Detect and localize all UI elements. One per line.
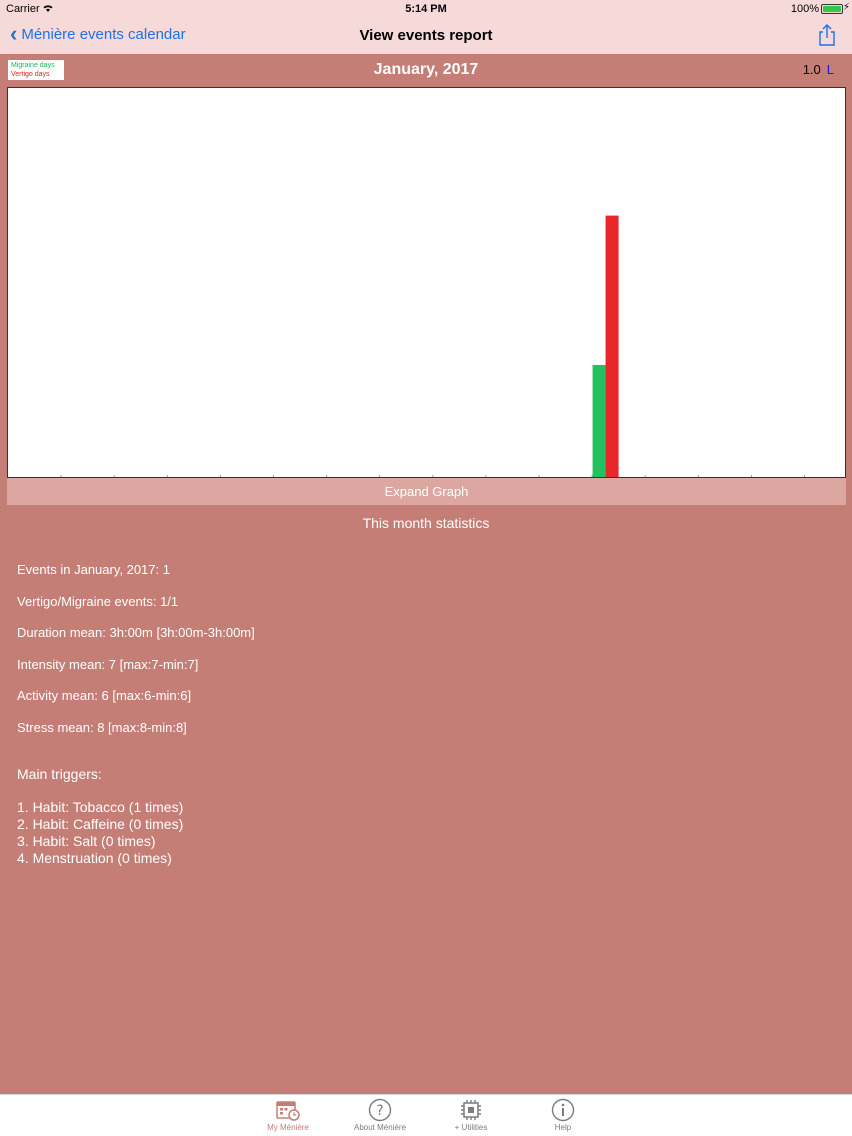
stat-intensity: Intensity mean: 7 [max:7-min:7] — [17, 656, 199, 672]
events-chart — [7, 87, 846, 478]
month-header: Migraine days Vertigo days January, 2017… — [0, 54, 852, 87]
tab-my-meniere[interactable]: My Ménière — [248, 1097, 328, 1132]
info-circle-icon — [523, 1097, 603, 1123]
tab-utilities[interactable]: + Utilities — [431, 1097, 511, 1132]
share-icon — [819, 24, 835, 46]
stat-events: Events in January, 2017: 1 — [17, 562, 170, 577]
chip-icon — [431, 1097, 511, 1123]
share-button[interactable] — [816, 23, 838, 47]
legend-migraine: Migraine days — [11, 62, 55, 69]
expand-graph-button[interactable]: Expand Graph — [7, 478, 846, 505]
back-button-label: Ménière events calendar — [21, 26, 186, 43]
stat-activity: Activity mean: 6 [max:6-min:6] — [17, 688, 192, 703]
battery-icon — [821, 4, 843, 14]
navigation-bar: ‹ Ménière events calendar View events re… — [0, 18, 852, 54]
clock: 5:14 PM — [405, 3, 447, 15]
triggers-title: Main triggers: — [17, 766, 102, 782]
stat-stress: Stress mean: 8 [max:8-min:8] — [17, 719, 187, 735]
stats-title: This month statistics — [362, 515, 490, 531]
trigger-item: 2. Habit: Caffeine (0 times) — [17, 816, 184, 832]
tab-about-meniere[interactable]: ? About Ménière — [340, 1097, 420, 1132]
tab-label: + Utilities — [454, 1123, 488, 1132]
trigger-item: 3. Habit: Salt (0 times) — [17, 833, 156, 849]
migraine-bar — [592, 364, 606, 477]
tab-bar: My Ménière ? About Ménière + Utilities H… — [0, 1094, 852, 1136]
trigger-item: 1. Habit: Tobacco (1 times) — [17, 799, 184, 815]
stat-vertigo-migraine: Vertigo/Migraine events: 1/1 — [17, 593, 179, 609]
status-bar: Carrier 5:14 PM 100% ⚡ — [0, 0, 852, 18]
chart-svg — [60, 215, 806, 477]
scale-indicator: 1.0 L — [803, 62, 834, 77]
scale-value: 1.0 — [802, 62, 821, 77]
vertigo-bar — [605, 215, 619, 477]
question-circle-icon: ? — [340, 1097, 420, 1123]
trigger-item: 4. Menstruation (0 times) — [17, 850, 172, 866]
back-button[interactable]: ‹ Ménière events calendar — [10, 20, 186, 46]
chevron-left-icon: ‹ — [10, 20, 18, 46]
legend-vertigo: Vertigo days — [11, 71, 50, 78]
month-title: January, 2017 — [373, 61, 479, 78]
scale-unit-toggle[interactable]: L — [827, 62, 834, 77]
stats-list: Events in January, 2017: 1 Vertigo/Migra… — [17, 562, 255, 751]
calendar-clock-icon — [248, 1097, 328, 1123]
tab-label: About Ménière — [353, 1123, 407, 1132]
charging-icon: ⚡ — [842, 2, 850, 13]
tab-label: Help — [554, 1123, 572, 1132]
svg-text:?: ? — [376, 1103, 383, 1119]
chart-legend: Migraine days Vertigo days — [8, 60, 64, 80]
battery-percent: 100% — [790, 3, 819, 15]
stat-duration: Duration mean: 3h:00m [3h:00m-3h:00m] — [17, 625, 255, 640]
triggers-list: 1. Habit: Tobacco (1 times) 2. Habit: Ca… — [17, 799, 183, 867]
tab-help[interactable]: Help — [523, 1097, 603, 1132]
tab-label: My Ménière — [267, 1123, 309, 1132]
